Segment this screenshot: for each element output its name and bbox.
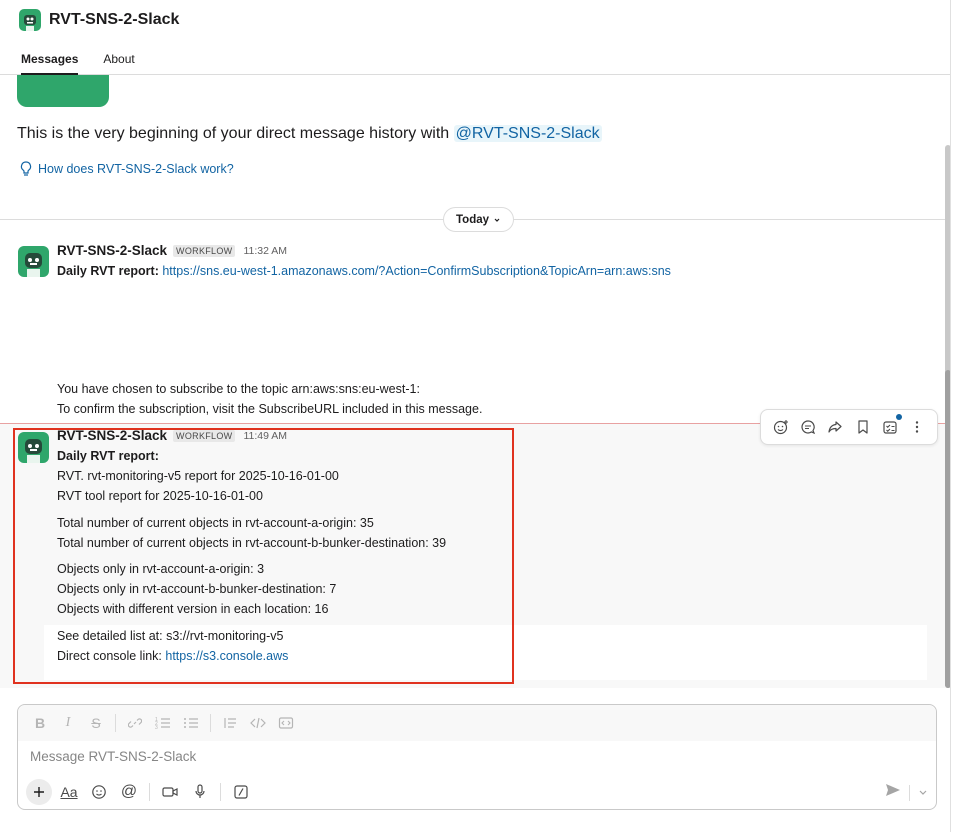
help-link[interactable]: How does RVT-SNS-2-Slack work? [20,161,234,177]
report-totals: Total number of current objects in rvt-a… [57,513,446,553]
bullet-list-icon[interactable] [179,711,203,735]
chevron-down-icon [494,218,500,222]
message-actions-toolbar [760,409,938,445]
workflow-tasks-icon[interactable] [880,414,902,437]
total-objects-a: Total number of current objects in rvt-a… [57,516,374,530]
ordered-list-icon[interactable]: 123 [151,711,175,735]
video-icon[interactable] [157,779,183,805]
message-body: Daily RVT report: https://sns.eu-west-1.… [57,261,707,281]
composer-actions: Aa @ [26,779,928,805]
code-icon[interactable] [246,711,270,735]
message-line: You have chosen to subscribe to the topi… [57,382,420,396]
objects-only-a: Objects only in rvt-account-a-origin: 3 [57,562,265,576]
report-header: Daily RVT report: RVT. rvt-monitoring-v5… [57,446,339,506]
message-input[interactable]: Message RVT-SNS-2-Slack [30,749,196,764]
subscription-link[interactable]: https://sns.eu-west-1.amazonaws.com/?Act… [162,264,671,278]
window-edge [950,0,957,832]
microphone-icon[interactable] [187,779,213,805]
intro-label: This is the very beginning of your direc… [17,125,454,142]
objects-diff-version: Objects with different version in each l… [57,602,329,616]
more-actions-icon[interactable] [907,417,927,437]
message-composer: B I S 123 Message RVT-SNS-2-Slack Aa @ [17,704,937,810]
strikethrough-icon[interactable]: S [84,711,108,735]
timestamp[interactable]: 11:49 AM [243,430,287,442]
message-header: RVT-SNS-2-Slack WORKFLOW 11:49 AM [57,428,287,443]
timestamp[interactable]: 11:32 AM [243,245,287,257]
objects-only-b: Objects only in rvt-account-b-bunker-des… [57,582,337,596]
console-link-label: Direct console link: [57,649,166,663]
report-differences: Objects only in rvt-account-a-origin: 3 … [57,559,336,619]
report-links: See detailed list at: s3://rvt-monitorin… [57,626,288,666]
svg-text:3: 3 [155,725,158,730]
forward-icon[interactable] [825,417,845,437]
report-line: RVT. rvt-monitoring-v5 report for 2025-1… [57,469,339,483]
workflow-badge: WORKFLOW [173,244,236,257]
day-divider-button[interactable]: Today [443,207,515,232]
message-body-lines: You have chosen to subscribe to the topi… [57,379,482,419]
formatting-toolbar: B I S 123 [18,705,936,741]
day-label: Today [456,213,490,226]
send-icon[interactable] [885,783,901,802]
tab-bar: Messages About [21,52,135,75]
link-icon[interactable] [123,711,147,735]
sender-name[interactable]: RVT-SNS-2-Slack [57,243,167,258]
message-header: RVT-SNS-2-Slack WORKFLOW 11:32 AM [57,243,287,258]
message-list[interactable]: •••• This is the very beginning of your … [0,75,950,688]
code-block-icon[interactable] [274,711,298,735]
detailed-list-text: See detailed list at: s3://rvt-monitorin… [57,629,284,643]
message-prefix: Daily RVT report: [57,264,159,278]
tab-about[interactable]: About [103,52,134,75]
blockquote-icon[interactable] [218,711,242,735]
help-link-label[interactable]: How does RVT-SNS-2-Slack work? [38,162,234,176]
add-reaction-icon[interactable] [771,417,791,437]
message-line: To confirm the subscription, visit the S… [57,402,483,416]
page-title[interactable]: RVT-SNS-2-Slack [49,11,179,29]
bold-icon[interactable]: B [28,711,52,735]
tab-messages[interactable]: Messages [21,52,79,75]
channel-header: RVT-SNS-2-Slack Messages About [0,0,950,75]
mention-icon[interactable]: @ [116,779,142,805]
lightbulb-icon [20,161,32,176]
bot-avatar-large: •••• [17,75,109,107]
send-options-chevron-icon[interactable] [918,784,928,802]
report-title: Daily RVT report: [57,449,159,463]
bot-face-icon [25,253,42,268]
bot-avatar[interactable] [18,246,49,277]
workflow-badge: WORKFLOW [173,429,236,442]
total-objects-b: Total number of current objects in rvt-a… [57,536,447,550]
notification-dot [895,414,902,420]
italic-icon[interactable]: I [56,711,80,735]
bot-face-icon [25,439,42,454]
app-avatar-icon[interactable] [19,9,41,31]
bookmark-icon[interactable] [853,417,873,437]
slash-command-icon[interactable] [228,779,254,805]
send-controls [885,783,928,802]
emoji-icon[interactable] [86,779,112,805]
console-link[interactable]: https://s3.console.aws [165,649,288,663]
plus-icon[interactable] [26,779,52,805]
console-link-line: Direct console link: https://s3.console.… [57,646,288,666]
sender-name[interactable]: RVT-SNS-2-Slack [57,428,167,443]
intro-text: This is the very beginning of your direc… [17,125,602,143]
reply-thread-icon[interactable] [798,417,818,437]
format-toggle-button[interactable]: Aa [56,779,82,805]
bot-avatar[interactable] [18,432,49,463]
mention-link[interactable]: @RVT-SNS-2-Slack [453,125,602,142]
report-line: RVT tool report for 2025-10-16-01-00 [57,489,263,503]
